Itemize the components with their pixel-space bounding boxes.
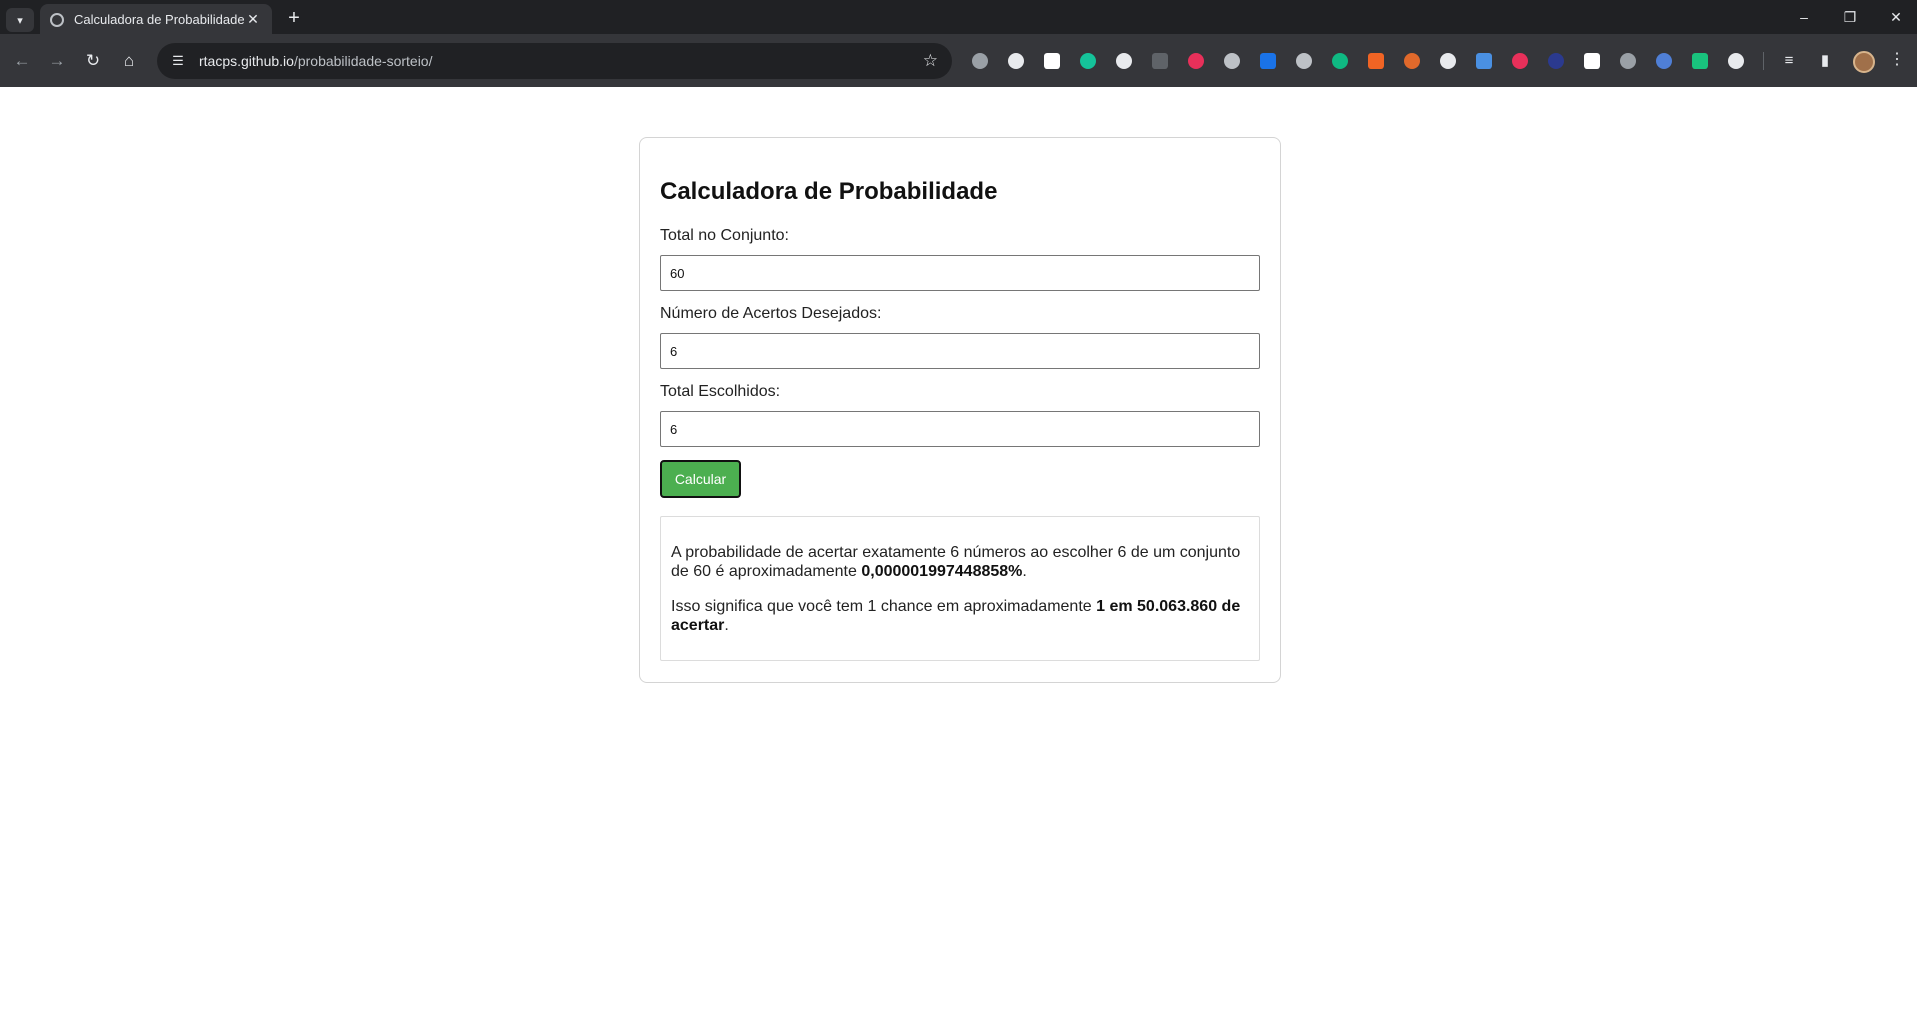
- plus-circle-ext-icon[interactable]: [1440, 53, 1456, 69]
- total-set-label: Total no Conjunto:: [660, 227, 789, 244]
- probability-value: 0,000001997448858%: [861, 563, 1023, 580]
- red-ext-icon[interactable]: [1188, 53, 1204, 69]
- back-button[interactable]: ←: [9, 48, 35, 74]
- result-box: A probabilidade de acertar exatamente 6 …: [660, 516, 1260, 661]
- tab-strip: ▾ Calculadora de Probabilidade ✕ + – ❐ ✕: [0, 0, 1917, 35]
- restore-button[interactable]: ❐: [1830, 6, 1870, 28]
- reload-button[interactable]: ↻: [80, 48, 106, 74]
- page-title: Calculadora de Probabilidade: [660, 178, 998, 205]
- play-ext-icon[interactable]: [1152, 53, 1168, 69]
- url-text[interactable]: rtacps.github.io/probabilidade-sorteio/: [199, 53, 432, 69]
- mouse-ext-icon[interactable]: [1620, 53, 1636, 69]
- swirl-ext-icon[interactable]: [1224, 53, 1240, 69]
- close-window-button[interactable]: ✕: [1876, 6, 1916, 28]
- desired-hits-input[interactable]: [660, 333, 1260, 369]
- shield-ext-icon[interactable]: [972, 53, 988, 69]
- globe-icon: [50, 12, 64, 27]
- camera-ext-icon[interactable]: [1296, 53, 1312, 69]
- address-bar[interactable]: ☰ rtacps.github.io/probabilidade-sorteio…: [157, 43, 952, 79]
- bookmark-star-icon[interactable]: ☆: [923, 51, 938, 71]
- calculate-button[interactable]: Calcular: [660, 460, 741, 498]
- ring-ext-icon[interactable]: [1512, 53, 1528, 69]
- green-hex-ext-icon[interactable]: [1692, 53, 1708, 69]
- grammarly-ext-icon[interactable]: [1080, 53, 1096, 69]
- b-ext-icon[interactable]: [1044, 53, 1060, 69]
- total-chosen-input[interactable]: [660, 411, 1260, 447]
- formula-ext-icon[interactable]: [1116, 53, 1132, 69]
- blue-shield-ext-icon[interactable]: [1656, 53, 1672, 69]
- desired-hits-label: Número de Acertos Desejados:: [660, 305, 882, 322]
- odds-text: Isso significa que você tem 1 chance em …: [671, 598, 1241, 634]
- navy-ext-icon[interactable]: [1548, 53, 1564, 69]
- tab-active[interactable]: Calculadora de Probabilidade ✕: [40, 4, 272, 35]
- orange-ext-icon[interactable]: [1368, 53, 1384, 69]
- off-ext-icon[interactable]: [1584, 53, 1600, 69]
- forward-button[interactable]: →: [44, 48, 70, 74]
- probability-text: A probabilidade de acertar exatamente 6 …: [671, 544, 1241, 580]
- new-tab-button[interactable]: +: [282, 6, 306, 30]
- reading-list-icon[interactable]: ≡: [1776, 48, 1802, 74]
- total-chosen-label: Total Escolhidos:: [660, 383, 781, 400]
- puzzle-ext-icon[interactable]: [1728, 53, 1744, 69]
- tab-search-button[interactable]: ▾: [6, 8, 34, 32]
- menu-icon[interactable]: ⋮: [1889, 49, 1905, 69]
- browser-toolbar: ← → ↻ ⌂ ☰ rtacps.github.io/probabilidade…: [0, 34, 1917, 87]
- avatar[interactable]: [1853, 51, 1875, 73]
- side-panel-icon[interactable]: ▮: [1812, 48, 1838, 74]
- toolbar-divider: [1763, 52, 1764, 70]
- site-settings-icon[interactable]: ☰: [169, 52, 187, 70]
- blue-grid-ext-icon[interactable]: [1476, 53, 1492, 69]
- pen-ext-icon[interactable]: [1008, 53, 1024, 69]
- blue-b-ext-icon[interactable]: [1260, 53, 1276, 69]
- total-set-input[interactable]: [660, 255, 1260, 291]
- close-icon[interactable]: ✕: [244, 11, 262, 28]
- tab-title: Calculadora de Probabilidade: [74, 12, 244, 27]
- green-flag-ext-icon[interactable]: [1332, 53, 1348, 69]
- home-button[interactable]: ⌂: [116, 48, 142, 74]
- minimize-button[interactable]: –: [1784, 6, 1824, 28]
- calculator-card: Calculadora de Probabilidade Total no Co…: [639, 137, 1281, 683]
- b-circle-ext-icon[interactable]: [1404, 53, 1420, 69]
